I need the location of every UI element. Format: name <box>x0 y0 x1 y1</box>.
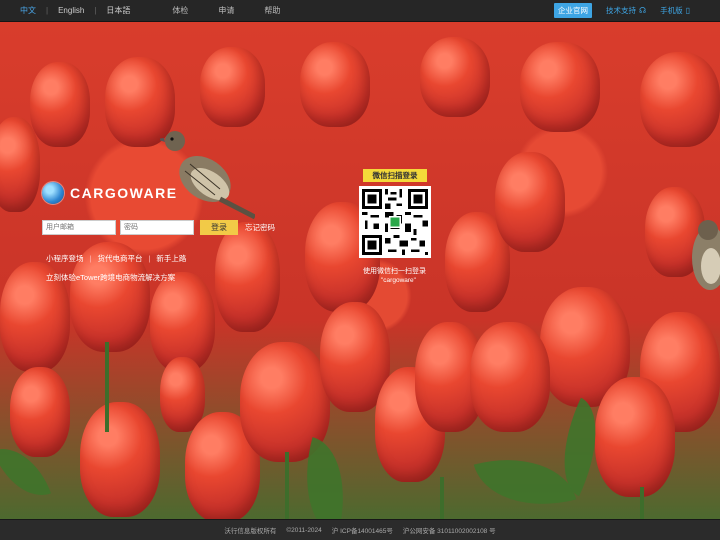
top-bar: 中文 | English | 日本語 体检 申请 帮助 企业官网 技术支持 ☊ … <box>0 0 720 22</box>
nav-help[interactable]: 帮助 <box>264 5 280 16</box>
tulip-stem <box>105 342 109 432</box>
main-nav: 体检 申请 帮助 <box>172 5 310 16</box>
tulip <box>470 322 550 432</box>
footer-police-link[interactable]: 沪公网安备 31011002002108 号 <box>403 525 496 535</box>
divider: | <box>89 254 92 263</box>
right-nav: 企业官网 技术支持 ☊ 手机版 ▯ <box>553 0 690 21</box>
link-ecommerce[interactable]: 货代电商平台 <box>97 253 142 264</box>
tulip <box>30 62 90 147</box>
tulip <box>200 47 265 127</box>
wechat-qr-code <box>359 186 431 258</box>
mobile-link[interactable]: 手机版 ▯ <box>660 5 690 16</box>
sparrow-bird <box>160 131 255 219</box>
divider: | <box>148 254 151 263</box>
tulip <box>595 377 675 497</box>
support-label: 技术支持 <box>605 6 636 15</box>
logo-text: CARGOWARE <box>70 185 178 201</box>
mobile-label: 手机版 <box>660 6 683 15</box>
qr-instruction: 使用微信扫一扫登录 <box>363 268 426 275</box>
link-getting-started[interactable]: 新手上路 <box>156 253 186 264</box>
tulip <box>215 222 280 332</box>
cargoware-logo: CARGOWARE <box>42 182 178 204</box>
footer-copyright: 沃行信息版权所有 <box>224 528 277 535</box>
tulip <box>80 402 160 517</box>
footer-icp-link[interactable]: 沪 ICP备14001465号 <box>332 525 393 535</box>
enterprise-site-button[interactable]: 企业官网 <box>553 3 592 18</box>
nav-checkup[interactable]: 体检 <box>172 5 188 16</box>
language-switcher: 中文 | English | 日本語 <box>20 5 130 16</box>
lang-zh[interactable]: 中文 <box>20 5 36 16</box>
logo-globe-icon <box>42 182 64 204</box>
nav-apply[interactable]: 申请 <box>218 5 234 16</box>
tulip <box>300 42 370 127</box>
leaf <box>473 441 577 520</box>
etower-promo-link[interactable]: 立刻体验eTower跨境电商物流解决方案 <box>46 272 175 283</box>
footer: 沃行信息版权所有 ©2011-2024 沪 ICP备14001465号 沪公网安… <box>0 519 720 540</box>
tulip <box>420 37 490 117</box>
password-input[interactable] <box>120 220 194 235</box>
tulip-stem <box>285 452 289 520</box>
background-tulip-photo <box>0 22 720 520</box>
wechat-login-title: 微信扫描登录 <box>363 169 427 182</box>
divider: | <box>94 6 97 15</box>
tulip-stem <box>440 477 444 520</box>
link-mini-program[interactable]: 小程序登场 <box>46 253 84 264</box>
sparrow-bird-right <box>692 220 720 290</box>
qr-account-name: "cargoware" <box>381 277 416 284</box>
tulip-stem <box>640 487 644 520</box>
footer-years: ©2011-2024 <box>286 526 322 534</box>
tulip <box>640 52 720 147</box>
divider: | <box>46 6 49 15</box>
tulip <box>520 42 600 132</box>
support-link[interactable]: 技术支持 ☊ <box>606 5 646 16</box>
phone-icon: ▯ <box>685 6 690 15</box>
tulip <box>495 152 565 252</box>
headset-icon: ☊ <box>638 6 647 15</box>
login-button[interactable]: 登录 <box>200 220 238 235</box>
tulip <box>10 367 70 457</box>
quick-links: 小程序登场 | 货代电商平台 | 新手上路 <box>46 253 186 264</box>
lang-ja[interactable]: 日本語 <box>106 5 130 16</box>
email-input[interactable] <box>42 220 116 235</box>
lang-en[interactable]: English <box>58 6 84 15</box>
forgot-password-link[interactable]: 忘记密码 <box>245 222 275 233</box>
